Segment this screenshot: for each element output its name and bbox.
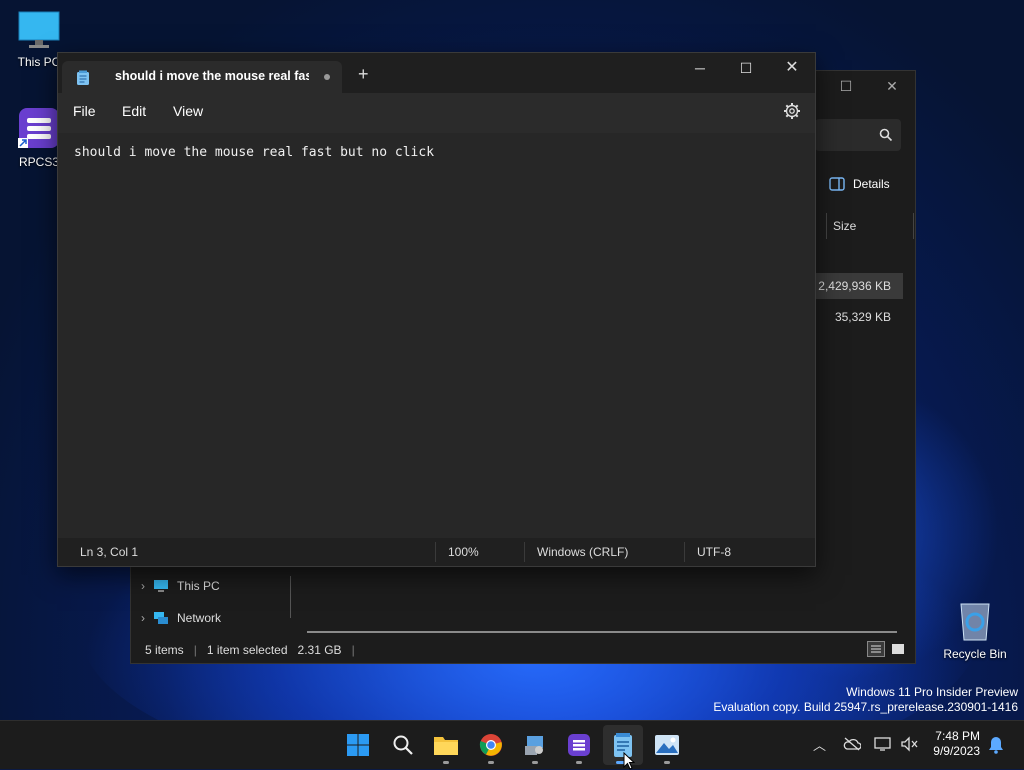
- nav-item-network[interactable]: › Network: [141, 611, 221, 625]
- unsaved-indicator-icon[interactable]: [324, 74, 330, 80]
- close-button[interactable]: ✕: [769, 53, 815, 85]
- notepad-menu-bar: File Edit View: [58, 93, 815, 133]
- clock-time: 7:48 PM: [935, 729, 980, 743]
- running-indicator: [443, 761, 449, 764]
- taskbar-clock[interactable]: 7:48 PM 9/9/2023: [933, 729, 980, 759]
- line-ending[interactable]: Windows (CRLF): [537, 545, 628, 559]
- details-view-icon[interactable]: [867, 641, 885, 657]
- taskbar: ︿ 7:48 PM 9/9/2023: [0, 720, 1024, 770]
- monitor-icon: [18, 11, 60, 48]
- explorer-status-bar: 5 items | 1 item selected 2.31 GB |: [145, 643, 355, 657]
- taskbar-file-explorer[interactable]: [432, 731, 460, 759]
- start-button[interactable]: [344, 731, 372, 759]
- notepad-icon: [77, 70, 89, 85]
- volume-muted-icon[interactable]: [900, 736, 918, 752]
- menu-file[interactable]: File: [73, 103, 96, 119]
- recycle-bin-icon: [960, 603, 990, 641]
- status-item-count: 5 items: [145, 643, 184, 657]
- view-toggle-group: [867, 641, 907, 657]
- explorer-close-button[interactable]: ✕: [869, 71, 915, 101]
- notepad-window[interactable]: should i move the mouse real fast but no…: [57, 52, 816, 567]
- running-indicator: [488, 761, 494, 764]
- notification-bell-icon[interactable]: [988, 736, 1004, 754]
- search-icon: [393, 735, 413, 755]
- new-tab-button[interactable]: +: [358, 65, 369, 83]
- rpcs3-icon: [18, 108, 59, 148]
- onedrive-offline-icon[interactable]: [843, 737, 861, 751]
- chrome-icon: [479, 734, 502, 756]
- desktop-icon-label: Recycle Bin: [943, 647, 1007, 661]
- settings-tools-icon: [525, 736, 543, 755]
- nav-item-this-pc[interactable]: › This PC: [141, 579, 220, 593]
- running-indicator: [664, 761, 670, 764]
- document-text[interactable]: should i move the mouse real fast but no…: [74, 145, 434, 160]
- search-icon: [879, 128, 893, 142]
- taskbar-tools-app[interactable]: [521, 731, 549, 759]
- taskbar-rpcs3[interactable]: [565, 731, 593, 759]
- watermark-line-1: Windows 11 Pro Insider Preview: [846, 685, 1018, 699]
- rpcs3-icon: [568, 734, 590, 756]
- nav-pane-splitter[interactable]: [290, 576, 291, 618]
- notepad-status-bar: Ln 3, Col 1 100% Windows (CRLF) UTF-8: [58, 538, 815, 566]
- encoding[interactable]: UTF-8: [697, 545, 731, 559]
- file-row[interactable]: 2,429,936 KB: [815, 273, 903, 299]
- explorer-maximize-button[interactable]: ☐: [823, 71, 869, 101]
- taskbar-chrome[interactable]: [477, 731, 505, 759]
- gear-icon[interactable]: [783, 102, 801, 120]
- chevron-right-icon: ›: [141, 611, 145, 625]
- evaluation-watermark: Windows 11 Pro Insider Preview Evaluatio…: [713, 685, 1018, 715]
- desktop-icon-recycle-bin[interactable]: Recycle Bin: [940, 598, 1010, 661]
- maximize-button[interactable]: ☐: [723, 53, 769, 85]
- start-icon: [347, 734, 369, 756]
- text-editor-area[interactable]: should i move the mouse real fast but no…: [58, 133, 815, 538]
- running-indicator: [576, 761, 582, 764]
- monitor-icon: [154, 580, 168, 592]
- column-header-size[interactable]: Size: [826, 213, 914, 239]
- taskbar-photos[interactable]: [653, 731, 681, 759]
- details-pane-button[interactable]: Details: [829, 177, 890, 191]
- notepad-tab[interactable]: should i move the mouse real fast but no…: [62, 61, 342, 93]
- notepad-titlebar[interactable]: should i move the mouse real fast but no…: [58, 53, 815, 93]
- mouse-cursor-icon: [623, 752, 635, 770]
- photos-icon: [655, 735, 679, 755]
- zoom-level[interactable]: 100%: [448, 545, 479, 559]
- menu-view[interactable]: View: [173, 103, 203, 119]
- nav-item-label: This PC: [177, 579, 220, 593]
- chevron-up-icon[interactable]: ︿: [813, 735, 826, 754]
- explorer-search-box[interactable]: [815, 119, 901, 151]
- taskbar-search-button[interactable]: [389, 731, 417, 759]
- network-icon: [154, 612, 168, 624]
- tab-title: should i move the mouse real fast but no…: [115, 69, 309, 83]
- status-selection: 1 item selected: [206, 643, 288, 657]
- horizontal-scrollbar[interactable]: [307, 631, 897, 633]
- nav-item-label: Network: [177, 611, 222, 625]
- status-selection-size: 2.31 GB: [297, 643, 342, 657]
- details-pane-icon: [829, 177, 845, 191]
- details-label: Details: [853, 177, 890, 191]
- clock-date: 9/9/2023: [933, 744, 980, 758]
- file-explorer-icon: [434, 737, 458, 755]
- file-row[interactable]: 35,329 KB: [815, 304, 903, 330]
- large-icons-view-icon[interactable]: [889, 641, 907, 657]
- minimize-button[interactable]: ─: [677, 53, 723, 85]
- network-status-icon[interactable]: [874, 736, 892, 752]
- watermark-line-2: Evaluation copy. Build 25947.rs_prerelea…: [713, 700, 1018, 714]
- chevron-right-icon: ›: [141, 579, 145, 593]
- menu-edit[interactable]: Edit: [122, 103, 146, 119]
- running-indicator: [532, 761, 538, 764]
- cursor-position: Ln 3, Col 1: [80, 545, 139, 559]
